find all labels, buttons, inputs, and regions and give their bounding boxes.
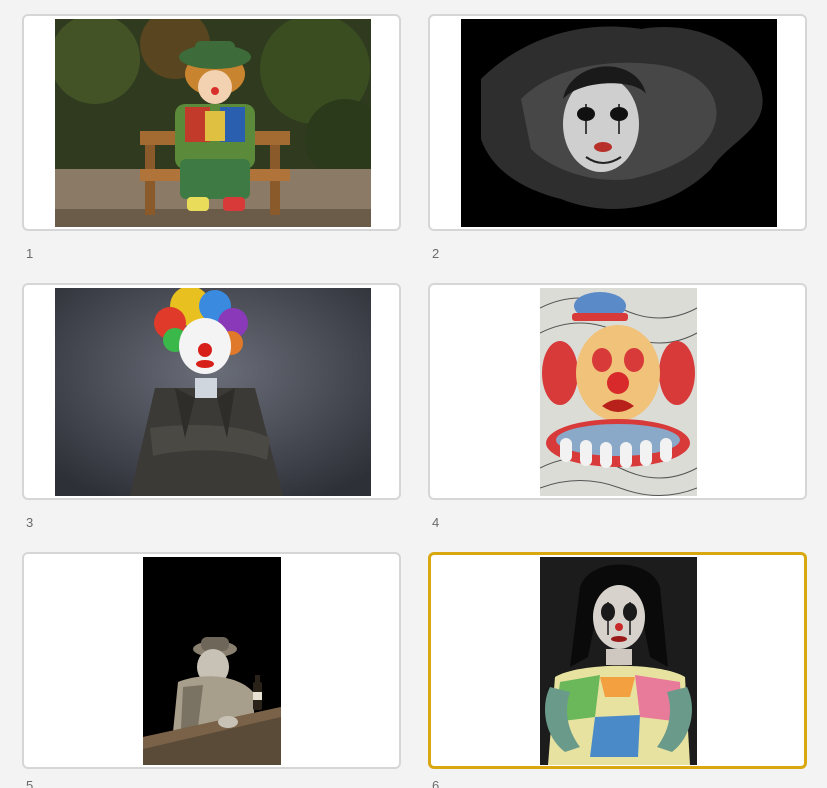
slide-thumbnail-grid: 1 2 3 4 5 6 (0, 0, 827, 788)
clown-bar-illustration-image (143, 557, 281, 765)
clown-rainbow-wig-image (55, 288, 371, 496)
slide-card-1[interactable] (22, 14, 401, 231)
slide-number-3: 3 (26, 515, 34, 530)
clown-woman-portrait-image (540, 557, 697, 765)
slide-card-6[interactable] (428, 552, 807, 769)
slide-card-2[interactable] (428, 14, 807, 231)
slide-card-3[interactable] (22, 283, 401, 500)
slide-number-1: 1 (26, 246, 34, 261)
slide-number-4: 4 (432, 515, 440, 530)
slide-number-6: 6 (432, 778, 439, 788)
slide-number-5-text: 5 (26, 778, 34, 788)
slide-number-6-text: 6 (432, 778, 440, 788)
clown-drawing-image (540, 288, 697, 496)
slide-card-5[interactable] (22, 552, 401, 769)
doll-clown-on-bench-image (55, 19, 371, 227)
slide-card-4[interactable] (428, 283, 807, 500)
dark-clown-face-image (461, 19, 777, 227)
slide-number-2: 2 (432, 246, 440, 261)
slide-number-5: 5 (26, 778, 33, 788)
